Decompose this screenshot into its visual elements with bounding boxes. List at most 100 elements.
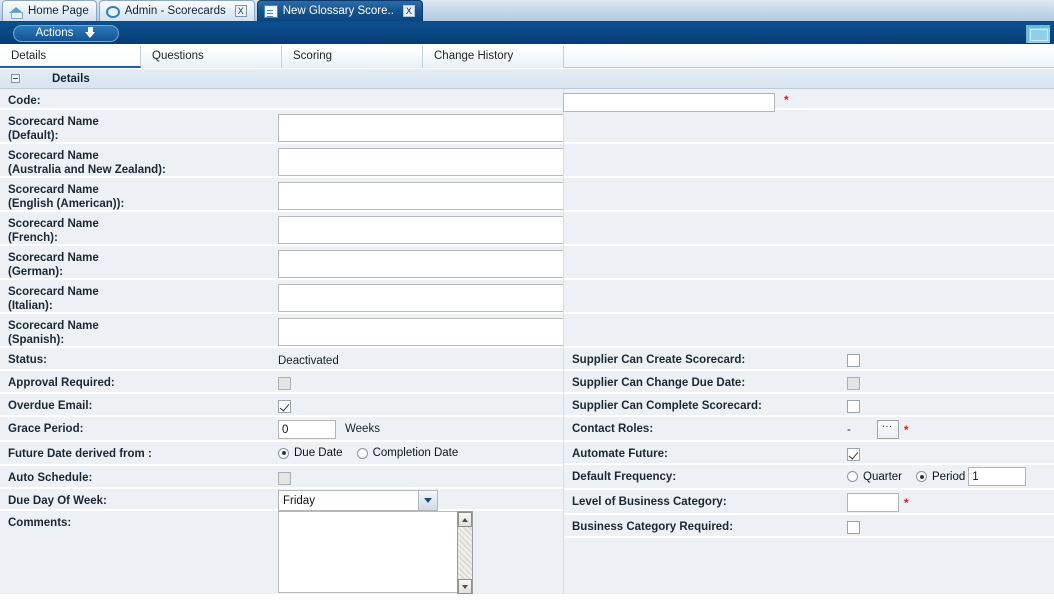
radio-period[interactable] [916, 471, 927, 482]
row-level-of-business-category: Level of Business Category: * [564, 490, 1054, 515]
automate-future-checkbox[interactable] [847, 448, 860, 461]
scorecard-name-it-label: Scorecard Name (Italian): [0, 280, 278, 313]
scorecard-name-anz-field[interactable] [278, 148, 601, 178]
scorecard-name-anz-input[interactable] [278, 148, 586, 176]
comments-input[interactable] [278, 511, 457, 593]
scorecard-name-anz-label: Scorecard Name (Australia and New Zealan… [0, 144, 278, 177]
contact-roles-label: Contact Roles: [564, 417, 847, 436]
auto-schedule-checkbox[interactable] [278, 472, 291, 485]
code-input[interactable] [563, 93, 775, 112]
default-frequency-label: Default Frequency: [564, 465, 847, 484]
supplier-can-change-due-date-label: Supplier Can Change Due Date: [564, 371, 847, 390]
actions-button-label: Actions [36, 27, 74, 39]
right-spacer-4 [564, 212, 1054, 246]
scroll-up-icon[interactable] [458, 512, 472, 527]
actions-toolbar: Actions [0, 22, 1054, 46]
browser-tab-label: Admin - Scorecards [125, 5, 226, 18]
browser-tab-new-glossary-scorecard[interactable]: New Glossary Score.. X [257, 0, 423, 21]
arrow-down-icon [85, 27, 96, 39]
overdue-email-checkbox[interactable] [278, 400, 291, 413]
gear-icon [106, 6, 120, 18]
row-scorecard-name-en-us: Scorecard Name (English (American)): [0, 178, 563, 212]
actions-button[interactable]: Actions [13, 25, 119, 42]
scorecard-name-de-label: Scorecard Name (German): [0, 246, 278, 279]
radio-quarter-label: Quarter [863, 471, 902, 483]
radio-completion-date[interactable] [357, 448, 368, 459]
comments-scrollbar[interactable] [457, 511, 473, 594]
browser-tab-admin-scorecards[interactable]: Admin - Scorecards X [99, 0, 255, 21]
browser-tab-strip: Home Page Admin - Scorecards X New Gloss… [0, 0, 1054, 22]
scorecard-name-fr-field[interactable] [278, 216, 601, 246]
auto-schedule-label: Auto Schedule: [0, 466, 278, 485]
row-due-day-of-week: Due Day Of Week: [0, 489, 563, 511]
close-icon[interactable]: X [403, 5, 415, 17]
default-frequency-input[interactable] [968, 467, 1026, 486]
scorecard-name-es-label: Scorecard Name (Spanish): [0, 314, 278, 347]
details-form: Code: Scorecard Name (Default): * [0, 89, 1054, 594]
row-default-frequency: Default Frequency: Quarter Period [564, 465, 1054, 490]
contact-roles-browse-button[interactable] [877, 420, 899, 439]
right-spacer-3 [564, 178, 1054, 212]
details-section-header: Details [0, 68, 1054, 89]
form-left-column: Code: Scorecard Name (Default): * [0, 89, 563, 594]
supplier-can-create-scorecard-checkbox[interactable] [847, 354, 860, 367]
tab-details[interactable]: Details [0, 46, 141, 68]
tab-questions[interactable]: Questions [141, 46, 282, 68]
supplier-can-complete-scorecard-checkbox[interactable] [847, 400, 860, 413]
scorecard-name-fr-input[interactable] [278, 216, 586, 244]
level-of-business-category-input[interactable] [847, 493, 899, 512]
overdue-email-label: Overdue Email: [0, 394, 278, 413]
approval-required-label: Approval Required: [0, 371, 278, 390]
grace-period-unit: Weeks [345, 420, 380, 439]
scorecard-name-de-field[interactable] [278, 250, 601, 280]
browser-tab-home-page[interactable]: Home Page [2, 0, 97, 21]
required-marker: * [904, 497, 909, 509]
label-line-1: Scorecard Name [8, 183, 278, 197]
due-day-of-week-select[interactable] [278, 490, 438, 511]
minus-box-icon[interactable] [11, 74, 20, 83]
radio-due-date[interactable] [278, 448, 289, 459]
label-line-2: (Default): [8, 129, 278, 143]
row-approval-required: Approval Required: [0, 371, 563, 394]
grace-period-input[interactable] [278, 420, 336, 439]
section-title: Details [52, 73, 90, 85]
scorecard-name-default-input[interactable] [278, 114, 586, 142]
row-grace-period: Grace Period: Weeks [0, 417, 563, 442]
window-restore-icon[interactable] [1026, 25, 1050, 43]
supplier-can-change-due-date-checkbox[interactable] [847, 377, 860, 390]
default-frequency-radio-group: Quarter Period [847, 471, 968, 483]
row-business-category-required: Business Category Required: [564, 515, 1054, 538]
row-scorecard-name-de: Scorecard Name (German): [0, 246, 563, 280]
scorecard-name-default-field[interactable] [278, 114, 601, 144]
document-icon [264, 5, 278, 18]
radio-completion-date-label: Completion Date [373, 447, 459, 459]
radio-quarter[interactable] [847, 471, 858, 482]
comments-field[interactable] [278, 511, 473, 594]
scorecard-name-es-field[interactable] [278, 318, 601, 348]
label-line-1: Scorecard Name [8, 217, 278, 231]
business-category-required-checkbox[interactable] [847, 521, 860, 534]
approval-required-checkbox[interactable] [278, 377, 291, 390]
row-overdue-email: Overdue Email: [0, 394, 563, 417]
right-spacer-1 [564, 110, 1054, 144]
scorecard-name-es-input[interactable] [278, 318, 586, 346]
tab-change-history[interactable]: Change History [423, 46, 564, 68]
row-supplier-can-change-due-date: Supplier Can Change Due Date: [564, 371, 1054, 394]
label-line-1: Scorecard Name [8, 251, 278, 265]
scorecard-name-en-us-field[interactable] [278, 182, 601, 212]
label-line-1: Scorecard Name [8, 115, 278, 129]
row-scorecard-name-default: Scorecard Name (Default): * [0, 110, 563, 144]
right-column-filler [564, 538, 1054, 594]
scorecard-name-de-input[interactable] [278, 250, 586, 278]
content-tab-bar: Details Questions Scoring Change History [0, 46, 1054, 68]
supplier-can-create-scorecard-label: Supplier Can Create Scorecard: [564, 348, 847, 367]
close-icon[interactable]: X [235, 5, 247, 17]
scorecard-name-it-input[interactable] [278, 284, 586, 312]
scroll-down-icon[interactable] [458, 579, 472, 594]
scorecard-name-it-field[interactable] [278, 284, 601, 314]
required-marker: * [784, 94, 789, 106]
due-day-of-week-select-wrap[interactable] [278, 490, 438, 511]
scorecard-name-en-us-input[interactable] [278, 182, 586, 210]
tab-scoring[interactable]: Scoring [282, 46, 423, 68]
scorecard-name-fr-label: Scorecard Name (French): [0, 212, 278, 245]
